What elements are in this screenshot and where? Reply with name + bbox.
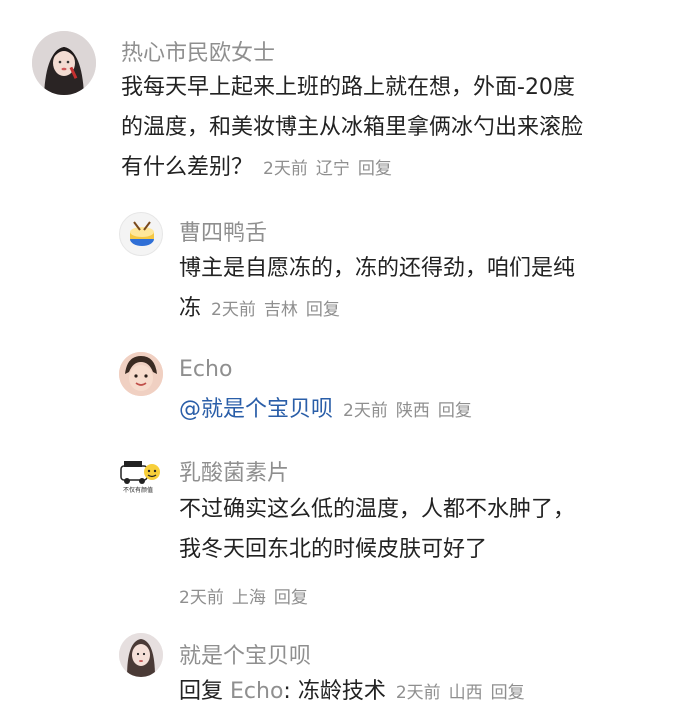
comment-line: 博主是自愿冻的，冻的还得劲，咱们是纯 xyxy=(179,256,576,281)
comment-line: 回复 Echo: 冻龄技术 2天前 山西 回复 xyxy=(179,672,533,713)
comment-text: 我每天早上起来上班的路上就在想，外面-20度 的温度，和美妆博主从冰箱里拿俩冰勺… xyxy=(121,68,583,189)
comment-author[interactable]: 就是个宝贝呗 xyxy=(179,638,311,670)
comment-text: @就是个宝贝呗 2天前 陕西 回复 xyxy=(179,390,480,431)
comment-line-text: 冻 xyxy=(179,296,202,321)
comment-location: 辽宁 xyxy=(315,159,350,179)
reply-button[interactable]: 回复 xyxy=(358,159,392,179)
comment-line: @就是个宝贝呗 2天前 陕西 回复 xyxy=(179,390,480,431)
reply-button[interactable]: 回复 xyxy=(491,683,525,703)
comment-author[interactable]: 曹四鸭舌 xyxy=(179,215,267,247)
comment-author[interactable]: 乳酸菌素片 xyxy=(179,455,289,487)
mention-link[interactable]: @就是个宝贝呗 xyxy=(179,397,333,422)
reply-button[interactable]: 回复 xyxy=(438,401,472,421)
comment-location: 陕西 xyxy=(395,401,430,421)
avatar-badge-text: 不仅有颜值 xyxy=(123,486,153,494)
comment-location: 上海 xyxy=(231,588,266,608)
comment-line: 冻 2天前 吉林 回复 xyxy=(179,289,575,330)
avatar[interactable] xyxy=(119,633,163,677)
comment-meta: 2天前 辽宁 回复 xyxy=(263,159,400,179)
comment-time: 2天前 xyxy=(211,300,256,320)
comment-meta: 2天前 吉林 回复 xyxy=(211,300,348,320)
comment-time: 2天前 xyxy=(179,588,224,608)
comment-line: 的温度，和美妆博主从冰箱里拿俩冰勺出来滚脸 xyxy=(121,115,584,140)
reply-button[interactable]: 回复 xyxy=(274,588,308,608)
comment-meta: 2天前 陕西 回复 xyxy=(343,401,480,421)
comment-text: 不过确实这么低的温度，人都不水肿了， 我冬天回东北的时候皮肤可好了 xyxy=(179,490,575,570)
comment-text: 回复 Echo: 冻龄技术 2天前 山西 回复 xyxy=(179,672,533,713)
comment-time: 2天前 xyxy=(263,159,308,179)
avatar[interactable] xyxy=(119,212,163,256)
comment-line: 我每天早上起来上班的路上就在想，外面-20度 xyxy=(121,75,575,100)
comment-author[interactable]: 热心市民欧女士 xyxy=(121,35,275,67)
avatar[interactable]: 不仅有颜值 xyxy=(119,452,163,496)
comment-line: 有什么差别？ 2天前 辽宁 回复 xyxy=(121,148,583,189)
comment-line-text: : 冻龄技术 xyxy=(283,679,386,704)
reply-target-link[interactable]: Echo xyxy=(230,679,283,704)
comment-line: 我冬天回东北的时候皮肤可好了 xyxy=(179,537,488,562)
comment-meta: 2天前 上海 回复 xyxy=(179,583,316,608)
comment-time: 2天前 xyxy=(343,401,388,421)
avatar[interactable] xyxy=(32,31,96,95)
reply-button[interactable]: 回复 xyxy=(306,300,340,320)
comment-location: 吉林 xyxy=(263,300,298,320)
comment-line: 不过确实这么低的温度，人都不水肿了， xyxy=(179,497,576,522)
comment-line-text: 有什么差别？ xyxy=(121,155,254,180)
comment-text: 博主是自愿冻的，冻的还得劲，咱们是纯 冻 2天前 吉林 回复 xyxy=(179,249,575,330)
reply-prefix: 回复 xyxy=(179,679,224,704)
avatar[interactable] xyxy=(119,352,163,396)
comment-time: 2天前 xyxy=(395,683,441,703)
comment-location: 山西 xyxy=(448,683,483,703)
comment-author[interactable]: Echo xyxy=(179,357,232,382)
comment-meta: 2天前 山西 回复 xyxy=(396,683,533,703)
